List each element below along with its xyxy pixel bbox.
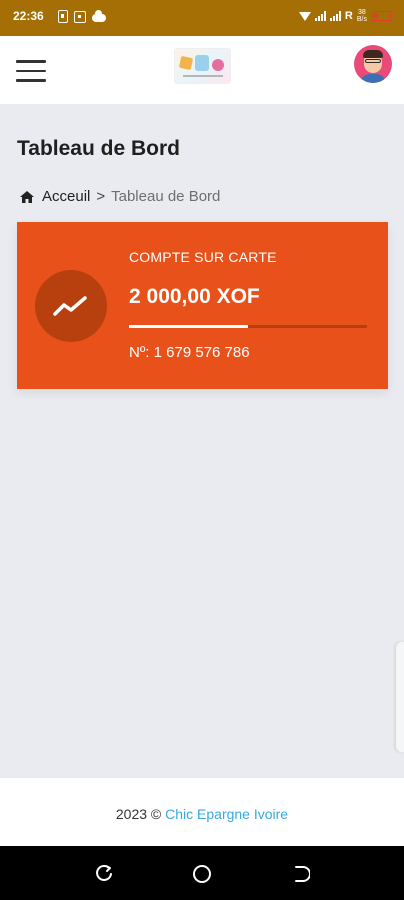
network-speed: 38 B/s — [356, 9, 367, 23]
calendar-icon — [74, 10, 86, 23]
footer: 2023 © Chic Epargne Ivoire — [0, 778, 404, 846]
sim-icon — [58, 10, 68, 23]
battery-icon — [371, 11, 391, 21]
cloud-icon — [92, 9, 106, 22]
account-card[interactable]: COMPTE SUR CARTE 2 000,00 XOF Nº: 1 679 … — [17, 222, 388, 389]
footer-brand-link[interactable]: Chic Epargne Ivoire — [165, 806, 288, 822]
breadcrumb-separator: > — [96, 188, 106, 205]
card-icon-container — [35, 270, 107, 342]
status-time: 22:36 — [13, 9, 44, 23]
breadcrumb-current: Tableau de Bord — [111, 188, 221, 205]
hamburger-menu-icon[interactable] — [16, 60, 46, 84]
status-bar: 22:36 R 38 B/s — [0, 0, 404, 36]
network-type: R — [344, 10, 353, 22]
signal-icon-2 — [329, 11, 341, 21]
circle-home-icon[interactable] — [192, 864, 212, 884]
signal-icon — [314, 11, 326, 21]
status-system-icons: R 38 B/s — [298, 9, 391, 23]
page-title: Tableau de Bord — [17, 137, 180, 160]
footer-copyright: 2023 © — [115, 806, 162, 822]
edge-panel-handle[interactable] — [396, 642, 404, 752]
card-progress-fill — [129, 325, 248, 328]
app-header — [0, 36, 404, 104]
breadcrumb-home-link[interactable]: Acceuil — [42, 188, 90, 205]
user-avatar[interactable] — [354, 45, 392, 83]
android-nav-bar — [0, 846, 404, 900]
card-amount: 2 000,00 XOF — [129, 285, 260, 308]
recent-apps-icon[interactable] — [290, 864, 310, 884]
breadcrumb: Acceuil > Tableau de Bord — [20, 188, 220, 205]
card-account-number: Nº: 1 679 576 786 — [129, 344, 250, 361]
home-icon — [20, 190, 34, 203]
card-progress-bar — [129, 325, 367, 328]
wifi-icon — [298, 11, 311, 21]
status-notification-icons — [58, 9, 106, 23]
trending-up-icon — [53, 296, 87, 316]
card-label: COMPTE SUR CARTE — [129, 249, 277, 265]
app-logo[interactable] — [174, 48, 231, 84]
back-icon[interactable] — [95, 864, 115, 884]
